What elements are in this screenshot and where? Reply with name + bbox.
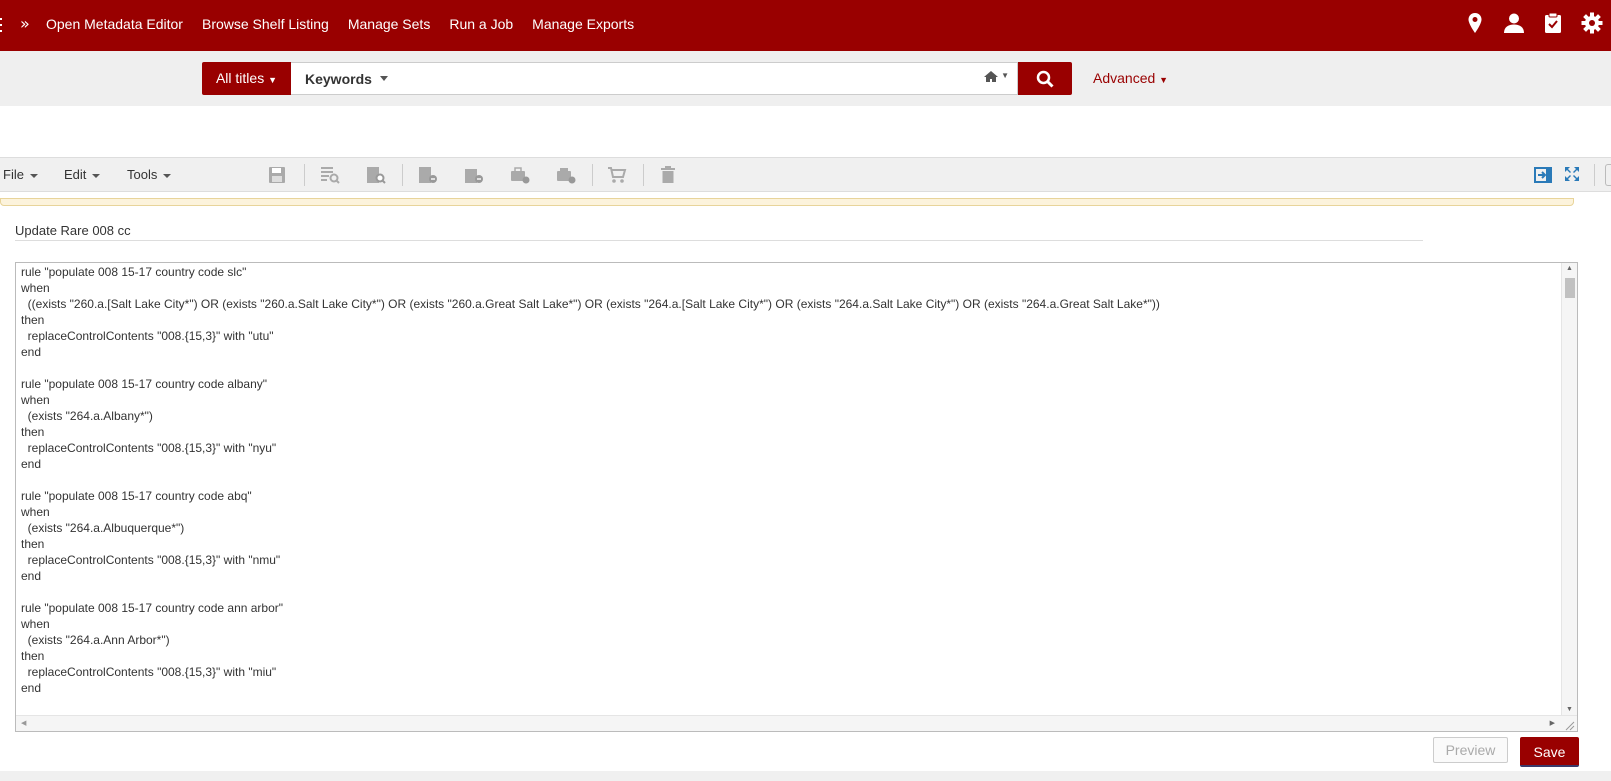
horizontal-scrollbar[interactable]: ◀ ▶ <box>16 715 1577 731</box>
search-bar-area: All titles ▼ Keywords ▼ Advanced ▼ <box>0 51 1611 106</box>
preview-button[interactable]: Preview <box>1433 737 1508 763</box>
nav-browse-shelf-listing[interactable]: Browse Shelf Listing <box>202 16 329 32</box>
search-icon <box>1036 70 1054 88</box>
panel-edge <box>1605 164 1611 186</box>
user-icon[interactable] <box>1494 12 1533 38</box>
menu-edit[interactable]: Edit <box>64 167 100 182</box>
caret-down-icon: ▼ <box>1159 75 1169 85</box>
nav-manage-exports[interactable]: Manage Exports <box>532 16 634 32</box>
rule-code-editor[interactable]: rule "populate 008 15-17 country code sl… <box>15 262 1578 732</box>
editor-toolbar: File Edit Tools <box>0 157 1611 192</box>
top-nav: Open Metadata Editor Browse Shelf Listin… <box>46 16 653 32</box>
resize-grip-icon[interactable] <box>1565 719 1575 731</box>
vertical-scrollbar[interactable]: ▲ ▼ <box>1561 263 1577 715</box>
notice-banner <box>0 198 1574 206</box>
bottom-strip <box>0 771 1611 781</box>
search-field-selector[interactable]: Keywords <box>305 71 372 87</box>
fullscreen-icon[interactable] <box>1564 166 1584 184</box>
save-button[interactable]: Save <box>1520 737 1579 767</box>
add-holding-icon[interactable] <box>464 166 484 184</box>
view-record-icon[interactable] <box>320 166 340 184</box>
add-item-icon[interactable] <box>510 166 530 184</box>
clipboard-icon[interactable] <box>1533 12 1572 38</box>
rule-name-underline <box>15 240 1423 241</box>
gear-icon[interactable] <box>1572 12 1611 38</box>
search-scope-label: All titles <box>215 70 265 86</box>
home-scope-icon[interactable]: ▼ <box>983 71 1009 85</box>
location-icon[interactable] <box>1455 12 1494 38</box>
top-nav-icons <box>1455 12 1611 38</box>
rule-code-text[interactable]: rule "populate 008 15-17 country code sl… <box>21 264 1556 714</box>
caret-down-icon: ▼ <box>268 75 278 85</box>
scroll-left-arrow-icon[interactable]: ◀ <box>21 719 26 727</box>
nav-open-metadata-editor[interactable]: Open Metadata Editor <box>46 16 183 32</box>
vertical-scroll-thumb[interactable] <box>1565 278 1575 298</box>
add-portfolio-icon[interactable] <box>556 166 576 184</box>
search-scope-dropdown[interactable]: All titles ▼ <box>202 62 291 95</box>
scroll-right-arrow-icon[interactable]: ▶ <box>1550 719 1555 727</box>
split-editor-icon[interactable] <box>1534 166 1554 184</box>
advanced-search-link[interactable]: Advanced ▼ <box>1093 70 1168 86</box>
field-caret-icon[interactable] <box>380 76 388 81</box>
expand-menu-icon[interactable]: » <box>20 14 30 33</box>
rule-name-field[interactable]: Update Rare 008 cc <box>15 223 131 238</box>
advanced-label: Advanced <box>1093 70 1156 86</box>
menu-file[interactable]: File <box>3 167 38 182</box>
delete-icon[interactable] <box>660 166 680 184</box>
search-button[interactable] <box>1018 62 1072 95</box>
search-input[interactable] <box>396 65 956 92</box>
nav-run-a-job[interactable]: Run a Job <box>449 16 513 32</box>
scroll-up-arrow-icon[interactable]: ▲ <box>1566 265 1573 272</box>
save-record-icon[interactable] <box>268 166 288 184</box>
search-record-icon[interactable] <box>366 166 386 184</box>
search-box: Keywords ▼ <box>291 62 1018 95</box>
menu-tools[interactable]: Tools <box>127 167 171 182</box>
cart-icon[interactable] <box>607 166 627 184</box>
add-record-icon[interactable] <box>418 166 438 184</box>
nav-manage-sets[interactable]: Manage Sets <box>348 16 431 32</box>
top-nav-bar: » Open Metadata Editor Browse Shelf List… <box>0 0 1611 51</box>
scroll-down-arrow-icon[interactable]: ▼ <box>1566 706 1573 713</box>
menu-grip-icon[interactable] <box>0 18 4 32</box>
